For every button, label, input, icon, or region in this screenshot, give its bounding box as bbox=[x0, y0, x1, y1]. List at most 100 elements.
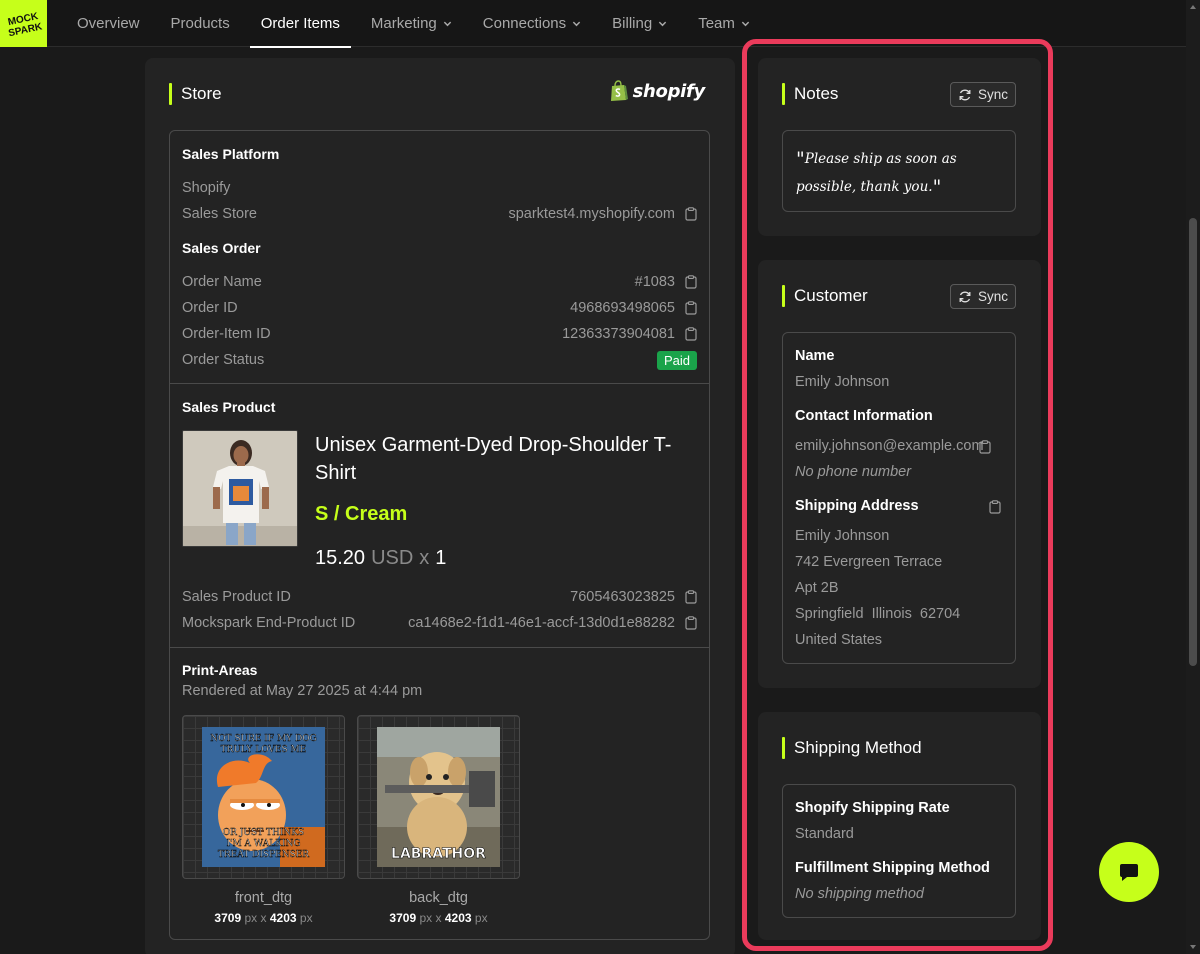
dim-unit: px bbox=[474, 911, 488, 925]
product-variant: S / Cream bbox=[315, 503, 408, 525]
sales-product-id-row: Sales Product ID 7605463023825 bbox=[182, 587, 697, 607]
customer-name: Emily Johnson bbox=[795, 374, 890, 390]
address-line: Springfield Illinois 62704 bbox=[795, 606, 961, 622]
sales-store-value: sparktest4.myshopify.com bbox=[508, 206, 675, 222]
meme-bottom-text-2: I'M A WALKING bbox=[226, 839, 300, 849]
nav-label: Connections bbox=[482, 15, 567, 32]
end-product-id-label: Mockspark End-Product ID bbox=[182, 615, 356, 631]
sales-platform-row: Shopify bbox=[182, 178, 697, 198]
chevron-down-icon bbox=[741, 21, 750, 27]
page-scrollbar[interactable] bbox=[1186, 0, 1200, 954]
nav-label: Marketing bbox=[370, 15, 437, 32]
print-area-name: front_dtg bbox=[234, 890, 293, 906]
main-nav: Overview Products Order Items Marketing … bbox=[66, 0, 770, 48]
scroll-down-arrow-icon[interactable] bbox=[1189, 943, 1197, 951]
customer-title: Customer bbox=[782, 285, 868, 307]
nav-order-items[interactable]: Order Items bbox=[249, 0, 352, 48]
scrollbar-thumb[interactable] bbox=[1189, 218, 1197, 666]
chevron-down-icon bbox=[443, 21, 451, 27]
dim-width: 3709 bbox=[214, 911, 242, 925]
address-line: United States bbox=[795, 632, 883, 648]
product-mockup-image bbox=[183, 431, 297, 546]
order-id-row: Order ID 4968693498065 bbox=[182, 298, 697, 318]
sync-icon bbox=[959, 291, 971, 302]
nav-label: Team bbox=[698, 15, 735, 32]
copy-icon[interactable] bbox=[989, 500, 1001, 514]
sales-platform-heading: Sales Platform bbox=[182, 146, 280, 162]
customer-details-box: Name Emily Johnson Contact Information e… bbox=[782, 332, 1016, 664]
top-navigation-bar: MOCK SPARK Overview Products Order Items… bbox=[0, 0, 1186, 48]
front-print-artwork: NOT SURE IF MY DOG TRULY LOVES ME OR JUS… bbox=[202, 727, 325, 867]
copy-icon[interactable] bbox=[685, 616, 697, 630]
order-name-value: #1083 bbox=[634, 274, 675, 290]
product-thumbnail[interactable] bbox=[182, 430, 298, 547]
scroll-up-arrow-icon[interactable] bbox=[1189, 3, 1197, 11]
chat-icon bbox=[1120, 864, 1138, 881]
copy-icon[interactable] bbox=[685, 590, 697, 604]
dim-height: 4203 bbox=[269, 911, 297, 925]
meme-caption: LABRATHOR bbox=[391, 846, 486, 862]
store-card: Store shopify Sales Platform Shopify Sal… bbox=[145, 58, 735, 954]
store-details-box: Sales Platform Shopify Sales Store spark… bbox=[169, 130, 710, 940]
sales-store-row: Sales Store sparktest4.myshopify.com bbox=[182, 204, 697, 224]
sales-product-heading: Sales Product bbox=[182, 399, 276, 415]
unit-price: 15.20 bbox=[315, 547, 366, 569]
address-line: Apt 2B bbox=[795, 580, 839, 596]
nav-team[interactable]: Team bbox=[687, 0, 761, 47]
dim-unit: px bbox=[299, 911, 313, 925]
order-id-value: 4968693498065 bbox=[570, 300, 675, 316]
section-divider bbox=[170, 383, 709, 384]
shopify-wordmark: shopify bbox=[632, 80, 706, 102]
section-divider bbox=[170, 647, 709, 648]
shopify-bag-icon bbox=[610, 80, 628, 101]
mockspark-logo-mark: MOCK SPARK bbox=[6, 10, 43, 38]
meme-bottom-text-1: OR JUST THINKS bbox=[223, 828, 304, 838]
customer-email: emily.johnson@example.com bbox=[795, 438, 984, 454]
copy-icon[interactable] bbox=[685, 207, 697, 221]
order-item-id-label: Order-Item ID bbox=[182, 326, 271, 342]
end-product-id-row: Mockspark End-Product ID ca1468e2-f1d1-4… bbox=[182, 613, 697, 633]
notes-card: Notes Sync "Please ship as soon as possi… bbox=[758, 58, 1041, 236]
order-status-row: Order Status Paid bbox=[182, 350, 697, 370]
nav-products[interactable]: Products bbox=[160, 0, 241, 47]
copy-icon[interactable] bbox=[685, 301, 697, 315]
nav-overview[interactable]: Overview bbox=[66, 0, 151, 47]
quantity: 1 bbox=[435, 547, 447, 569]
copy-icon[interactable] bbox=[979, 440, 991, 454]
nav-billing[interactable]: Billing bbox=[601, 0, 678, 47]
shipping-details-box: Shopify Shipping Rate Standard Fulfillme… bbox=[782, 784, 1016, 918]
chat-support-button[interactable] bbox=[1099, 842, 1159, 902]
print-areas-heading: Print-Areas bbox=[182, 662, 258, 678]
sync-label: Sync bbox=[977, 87, 1008, 102]
end-product-id-value: ca1468e2-f1d1-46e1-accf-13d0d1e88282 bbox=[408, 615, 675, 631]
shipping-rate-label: Shopify Shipping Rate bbox=[795, 800, 950, 816]
contact-label: Contact Information bbox=[795, 408, 933, 424]
shipping-rate-value: Standard bbox=[795, 826, 854, 842]
meme-bottom-text-3: TREAT DISPENSER bbox=[218, 850, 309, 860]
sales-order-heading: Sales Order bbox=[182, 240, 261, 256]
order-status-label: Order Status bbox=[182, 352, 265, 368]
fulfillment-method-label: Fulfillment Shipping Method bbox=[795, 860, 990, 876]
product-name: Unisex Garment-Dyed Drop-Shoulder T-Shir… bbox=[315, 434, 672, 484]
print-area-back[interactable]: LABRATHOR bbox=[357, 715, 520, 879]
sales-product-id-label: Sales Product ID bbox=[182, 589, 291, 605]
nav-marketing[interactable]: Marketing bbox=[360, 0, 463, 47]
mockspark-logo[interactable]: MOCK SPARK bbox=[0, 0, 47, 47]
sales-store-label: Sales Store bbox=[182, 206, 257, 222]
currency: USD bbox=[371, 547, 414, 569]
copy-icon[interactable] bbox=[685, 327, 697, 341]
order-name-row: Order Name #1083 bbox=[182, 272, 697, 292]
print-area-front[interactable]: NOT SURE IF MY DOG TRULY LOVES ME OR JUS… bbox=[182, 715, 345, 879]
address-line: Emily Johnson bbox=[795, 528, 890, 544]
sales-platform-value: Shopify bbox=[182, 180, 231, 196]
shopify-logo: shopify bbox=[609, 80, 705, 102]
shipping-method-card: Shipping Method Shopify Shipping Rate St… bbox=[758, 712, 1041, 940]
dim-width: 3709 bbox=[389, 911, 417, 925]
store-card-title: Store bbox=[169, 83, 222, 105]
notes-sync-button[interactable]: Sync bbox=[950, 82, 1016, 107]
customer-sync-button[interactable]: Sync bbox=[950, 284, 1016, 309]
meme-top-text-2: TRULY LOVES ME bbox=[221, 745, 307, 755]
nav-connections[interactable]: Connections bbox=[472, 0, 592, 47]
order-item-id-value: 12363373904081 bbox=[562, 326, 675, 342]
copy-icon[interactable] bbox=[685, 275, 697, 289]
